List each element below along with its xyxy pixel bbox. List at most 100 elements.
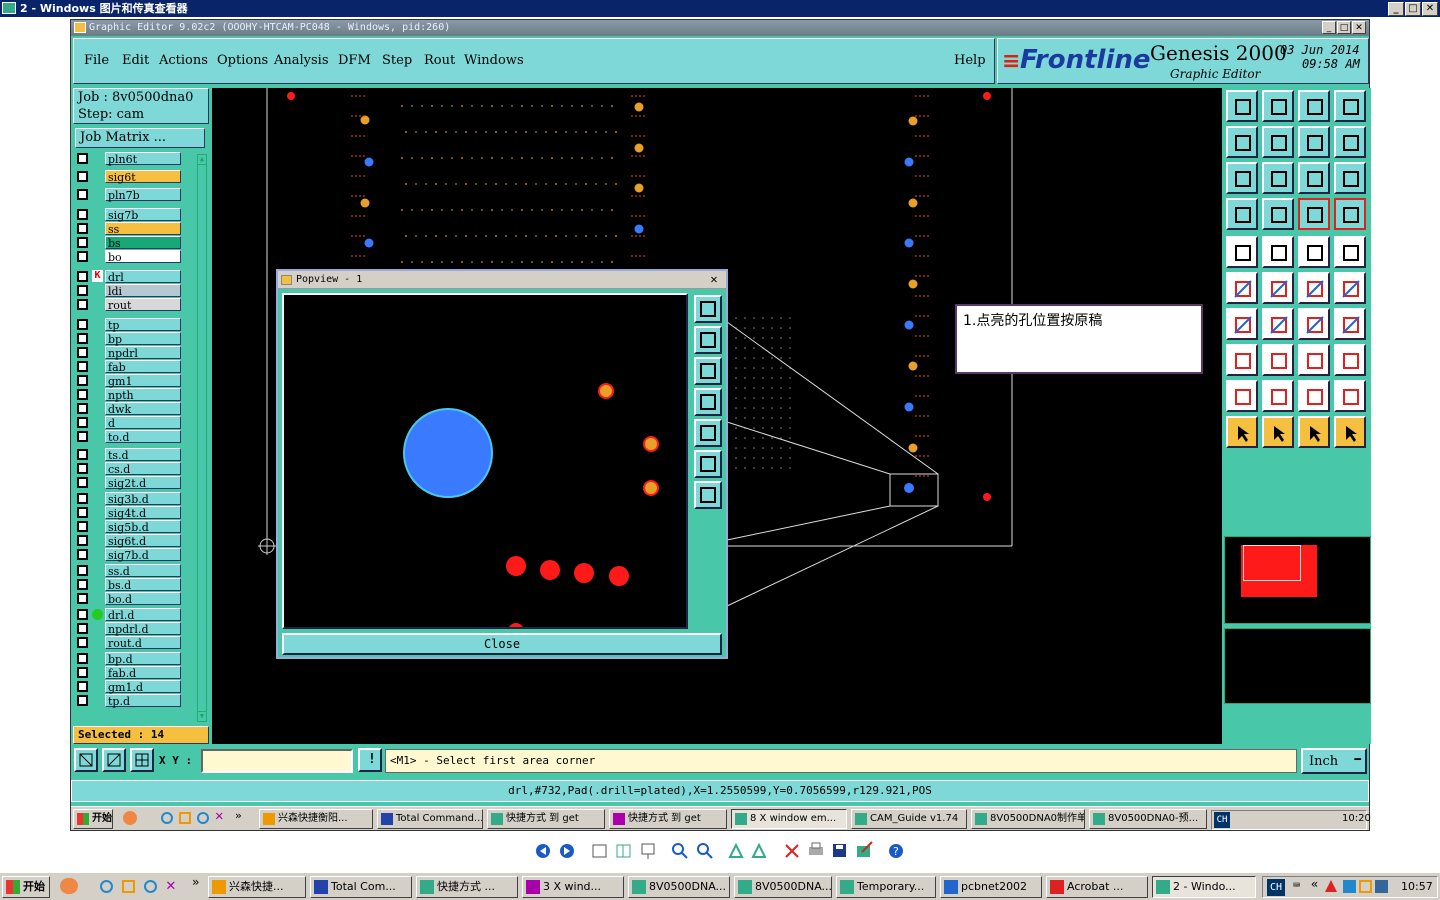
flip-button[interactable] [1334, 308, 1366, 340]
tray-app-icon[interactable] [1359, 880, 1372, 893]
pan-left-button[interactable] [1226, 126, 1258, 158]
viewer-close-button[interactable]: ✕ [1422, 2, 1438, 16]
layer-checkbox[interactable] [77, 449, 88, 460]
viewer-maximize-button[interactable]: □ [1405, 2, 1421, 16]
quicklaunch-icon-1[interactable] [123, 811, 137, 825]
select-multi-button[interactable] [1334, 416, 1366, 448]
outer-task-item[interactable]: 8V0500DNA... [734, 876, 832, 898]
layer-row[interactable]: to.d [77, 430, 183, 444]
outer-task-item[interactable]: pcbnet2002 [940, 876, 1042, 898]
layer-name[interactable]: sig6t.d [105, 534, 181, 548]
layer-name[interactable]: ldi [105, 284, 181, 298]
inner-lang-indicator[interactable]: CH [1214, 812, 1230, 828]
layer-row[interactable]: fab [77, 360, 183, 374]
cmd-tool-1-button[interactable] [74, 748, 98, 772]
layer-row[interactable]: npdrl.d [77, 622, 183, 636]
ie-icon[interactable] [161, 812, 173, 824]
layer-name[interactable]: cs.d [105, 462, 181, 476]
cmd-tool-3-button[interactable] [130, 748, 154, 772]
layer-row[interactable]: fab.d [77, 666, 183, 680]
layer-checkbox[interactable] [77, 209, 88, 220]
undo-button[interactable] [1298, 308, 1330, 340]
menu-step[interactable]: Step [382, 53, 412, 68]
layer-name[interactable]: rout.d [105, 636, 181, 650]
line-h-button[interactable] [1262, 344, 1294, 376]
popview-close-button[interactable]: Close [282, 633, 722, 655]
grid-button[interactable] [1262, 198, 1294, 230]
layer-row[interactable]: cs.d [77, 462, 183, 476]
layer-row[interactable]: sig5b.d [77, 520, 183, 534]
layer-checkbox[interactable] [77, 507, 88, 518]
layer-name[interactable]: ss [105, 222, 181, 236]
layer-checkbox[interactable] [77, 171, 88, 182]
angle-button[interactable] [1226, 308, 1258, 340]
layer-name[interactable]: fab [105, 360, 181, 374]
popview-close-icon[interactable]: ✕ [706, 272, 722, 286]
layer-row[interactable]: npdrl [77, 346, 183, 360]
menu-file[interactable]: File [84, 53, 109, 68]
overlap-button[interactable] [1334, 344, 1366, 376]
layer-row[interactable]: drl K [77, 270, 183, 284]
x-server-icon[interactable]: ✕ [215, 808, 223, 824]
inner-task-item[interactable]: 快捷方式 到 get [487, 809, 605, 829]
outer-task-item[interactable]: 快捷方式 ... [416, 876, 518, 898]
app-close-button[interactable]: ✕ [1352, 21, 1366, 34]
select-box-button[interactable] [1262, 416, 1294, 448]
layer-name[interactable]: fab.d [105, 666, 181, 680]
layer-row[interactable]: sig7b.d [77, 548, 183, 562]
inner-task-item[interactable]: 8V0500DNA0-预... [1089, 809, 1207, 829]
layer-name[interactable]: bp.d [105, 652, 181, 666]
menu-options[interactable]: Options [217, 53, 268, 68]
snap-button[interactable] [1334, 126, 1366, 158]
layer-name[interactable]: rout [105, 298, 181, 312]
layer-name[interactable]: bs [105, 236, 181, 250]
layer-checkbox[interactable] [77, 667, 88, 678]
more-icon[interactable]: » [235, 809, 242, 822]
scroll-down-icon[interactable]: ▼ [198, 711, 206, 721]
layer-checkbox[interactable] [77, 189, 88, 200]
pop-pan-left-button[interactable] [694, 388, 722, 416]
outer-start-button[interactable]: 开始 [2, 876, 50, 898]
layer-row[interactable]: pln7b [77, 188, 183, 202]
layer-checkbox[interactable] [77, 593, 88, 604]
layer-stack-button[interactable] [1334, 198, 1366, 230]
layer-checkbox[interactable] [77, 361, 88, 372]
layer-list-scrollbar[interactable]: ▲ ▼ [197, 154, 207, 722]
zoom-in-button[interactable] [670, 840, 690, 862]
overview-map[interactable] [1224, 536, 1371, 624]
layer-checkbox[interactable] [77, 223, 88, 234]
home-view-button[interactable] [1298, 90, 1330, 122]
inner-start-button[interactable]: 开始 [73, 809, 113, 829]
layer-name[interactable]: npth [105, 388, 181, 402]
prev-image-button[interactable] [534, 840, 554, 862]
inner-task-item[interactable]: 8V0500DNA0制作单 [971, 809, 1085, 829]
layer-name[interactable]: drl [105, 270, 181, 284]
layer-name[interactable]: ts.d [105, 448, 181, 462]
layer-name[interactable]: pln7b [105, 188, 181, 202]
layer-row[interactable]: drl.d [77, 608, 183, 622]
layer-row[interactable]: gm1 [77, 374, 183, 388]
app-maximize-button[interactable]: □ [1337, 21, 1351, 34]
layer-row[interactable]: npth [77, 388, 183, 402]
layer-row[interactable]: ss [77, 222, 183, 236]
layer-row[interactable]: sig4t.d [77, 506, 183, 520]
layer-name[interactable]: drl.d [105, 608, 181, 622]
layer-name[interactable]: tp [105, 318, 181, 332]
layer-checkbox[interactable] [77, 579, 88, 590]
layer-checkbox[interactable] [77, 653, 88, 664]
layer-checkbox[interactable] [77, 565, 88, 576]
pop-zoom-out-button[interactable] [694, 357, 722, 385]
layer-checkbox[interactable] [77, 623, 88, 634]
layer-checkbox[interactable] [77, 237, 88, 248]
pop-zoom-in-button[interactable] [694, 326, 722, 354]
menu-help[interactable]: Help [954, 53, 986, 68]
outer-task-item[interactable]: 2 - Windo... [1152, 876, 1256, 898]
layer-checkbox[interactable] [77, 375, 88, 386]
layer-name[interactable]: to.d [105, 430, 181, 444]
layer-row[interactable]: rout [77, 298, 183, 312]
layer-row[interactable]: ldi [77, 284, 183, 298]
quicklaunch-icon-4[interactable] [144, 880, 157, 893]
tray-expand-icon[interactable]: « [1311, 877, 1318, 891]
pan-right-button[interactable] [1262, 126, 1294, 158]
layer-name[interactable]: ss.d [105, 564, 181, 578]
